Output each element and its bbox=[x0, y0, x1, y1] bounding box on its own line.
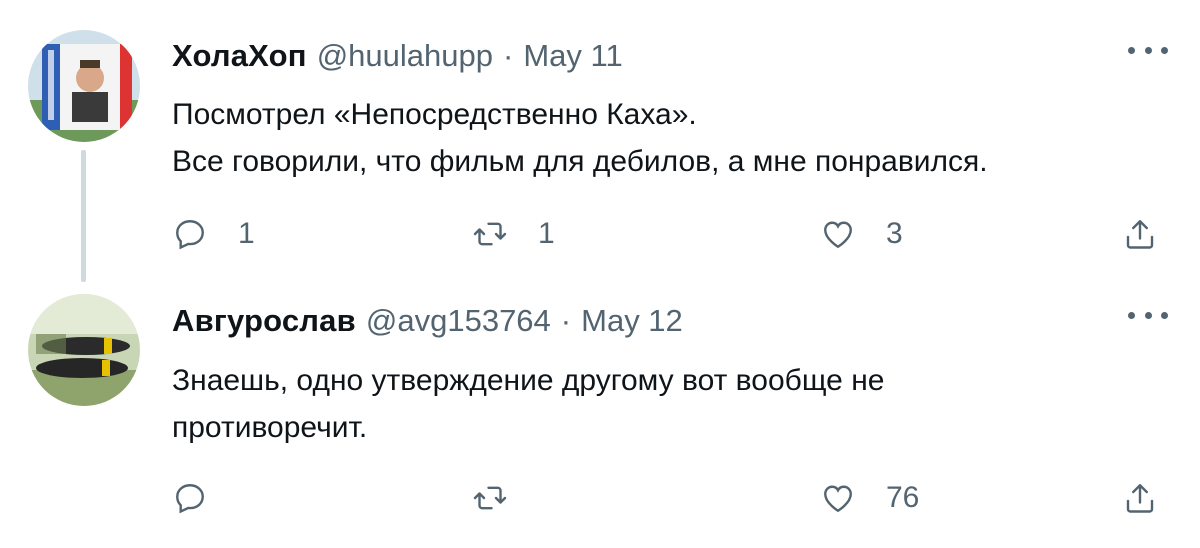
thread-line bbox=[81, 150, 86, 282]
tweet-date[interactable]: May 11 bbox=[523, 38, 622, 74]
tweet-actions: 1 1 3 bbox=[172, 214, 1172, 254]
retweet-icon bbox=[473, 486, 507, 510]
more-icon[interactable] bbox=[1128, 40, 1168, 60]
reply-icon bbox=[176, 220, 204, 250]
author-handle[interactable]: @avg153764 bbox=[366, 303, 551, 339]
separator-dot: · bbox=[560, 303, 572, 338]
tweet-actions: 76 bbox=[172, 478, 1172, 518]
heart-icon bbox=[824, 221, 852, 249]
share-icon bbox=[1126, 484, 1154, 513]
tweet-header: Авгурослав @avg153764 · May 12 bbox=[172, 303, 683, 343]
tweet-2[interactable]: Авгурослав @avg153764 · May 12 Знаешь, о… bbox=[0, 280, 1200, 548]
share-button[interactable] bbox=[1122, 214, 1158, 254]
tweet-text-line: Посмотрел «Непосредственно Каха». bbox=[172, 98, 697, 131]
tweet-1[interactable]: ХолаХоп @huulahupp · May 11 Посмотрел «Н… bbox=[0, 0, 1200, 282]
retweet-button[interactable] bbox=[472, 478, 538, 518]
tweet-header: ХолаХоп @huulahupp · May 11 bbox=[172, 38, 623, 78]
reply-button[interactable]: 1 bbox=[172, 214, 255, 254]
like-count: 3 bbox=[886, 217, 903, 250]
avatar-image bbox=[28, 30, 140, 142]
tweet-text: Посмотрел «Непосредственно Каха». Все го… bbox=[172, 91, 1152, 185]
avatar[interactable] bbox=[28, 294, 140, 406]
retweet-count: 1 bbox=[538, 217, 555, 250]
reply-icon bbox=[176, 484, 204, 514]
author-name[interactable]: ХолаХоп bbox=[172, 38, 307, 74]
share-icon bbox=[1126, 220, 1154, 249]
author-name[interactable]: Авгурослав bbox=[172, 303, 356, 339]
tweet-text: Знаешь, одно утверждение другому вот воо… bbox=[172, 357, 1152, 451]
separator-dot: · bbox=[503, 38, 514, 73]
reply-count: 1 bbox=[238, 217, 255, 250]
heart-icon bbox=[824, 485, 852, 513]
author-handle[interactable]: @huulahupp bbox=[317, 38, 493, 74]
share-button[interactable] bbox=[1122, 478, 1158, 518]
retweet-icon bbox=[473, 222, 507, 246]
reply-button[interactable] bbox=[172, 478, 238, 518]
avatar[interactable] bbox=[28, 30, 140, 142]
retweet-button[interactable]: 1 bbox=[472, 214, 555, 254]
tweet-date[interactable]: May 12 bbox=[581, 303, 683, 339]
avatar-image bbox=[28, 294, 140, 406]
tweet-text-line: противоречит. bbox=[172, 411, 368, 444]
more-icon[interactable] bbox=[1128, 305, 1168, 325]
tweet-text-line: Знаешь, одно утверждение другому вот воо… bbox=[172, 364, 885, 397]
tweet-text-line: Все говорили, что фильм для дебилов, а м… bbox=[172, 145, 988, 178]
like-button[interactable]: 76 bbox=[820, 478, 919, 518]
like-count: 76 bbox=[886, 481, 920, 514]
like-button[interactable]: 3 bbox=[820, 214, 903, 254]
